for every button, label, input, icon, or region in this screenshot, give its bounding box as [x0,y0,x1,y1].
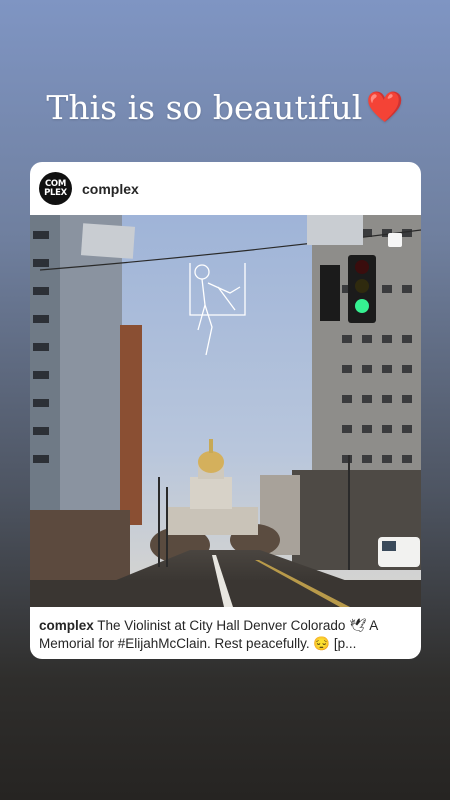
story-caption: This is so beautiful ❤️ [0,88,450,127]
avatar[interactable]: COM PLEX [39,172,72,205]
caption-username[interactable]: complex [39,618,94,633]
post-caption[interactable]: complex The Violinist at City Hall Denve… [30,607,421,657]
post-photo[interactable] [30,215,421,607]
story-caption-text: This is so beautiful [46,88,363,127]
heart-icon: ❤️ [366,90,404,125]
post-header[interactable]: COM PLEX complex [30,162,421,215]
shared-post-card[interactable]: COM PLEX complex complex The Violinist a… [30,162,421,659]
post-username[interactable]: complex [82,181,139,197]
avatar-text-line2: PLEX [44,187,67,198]
street-photo-icon [30,215,421,607]
